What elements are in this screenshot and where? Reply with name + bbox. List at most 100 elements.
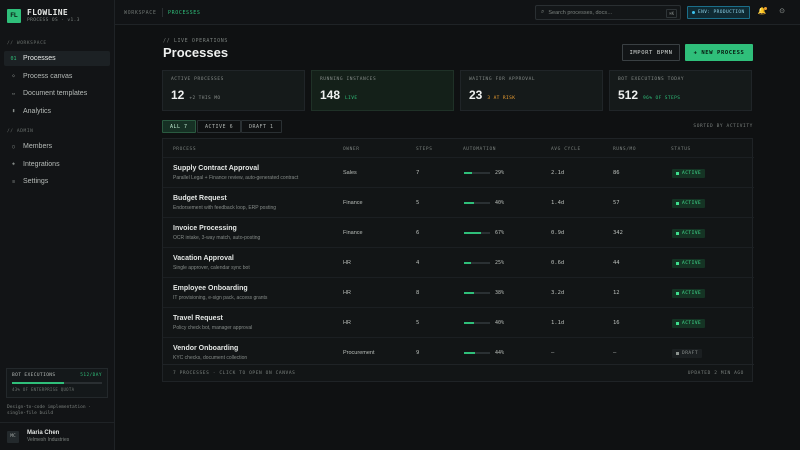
notification-dot	[764, 7, 767, 10]
column-header-process[interactable]: PROCESS	[173, 147, 196, 152]
kpi-card: RUNNING INSTANCES 148 LIVE	[311, 70, 454, 111]
status-dot	[676, 202, 679, 205]
automation-percent: 40%	[495, 320, 505, 326]
column-header-steps[interactable]: STEPS	[416, 147, 433, 152]
members-icon: ◯	[11, 143, 15, 150]
column-header-status[interactable]: STATUS	[671, 147, 691, 152]
process-description: IT provisioning, e-sign pack, access gra…	[173, 295, 268, 301]
status-label: ACTIVE	[682, 231, 702, 236]
help-icon[interactable]: ⊙	[777, 7, 787, 17]
sidebar-item-analytics[interactable]: ▮ Analytics	[4, 104, 110, 119]
kpi-value: 148	[320, 88, 341, 102]
kpi-note: +2 THIS MO	[189, 96, 221, 101]
sidebar-item-settings[interactable]: ≡ Settings	[4, 174, 110, 189]
topbar: WORKSPACE PROCESSES ⌕ Search processes, …	[115, 0, 800, 25]
automation-bar-fill	[464, 352, 476, 354]
env-status-dot	[692, 11, 695, 14]
kpi-card: ACTIVE PROCESSES 12 +2 THIS MO	[162, 70, 305, 111]
kpi-card: BOT EXECUTIONS TODAY 512 96% OF STEPS	[609, 70, 752, 111]
automation-bar-fill	[464, 292, 474, 294]
table-row[interactable]: Vendor Onboarding KYC checks, document co…	[163, 337, 754, 367]
breadcrumb-workspace[interactable]: WORKSPACE	[124, 10, 157, 16]
status-dot	[676, 232, 679, 235]
process-description: Endorsement with feedback loop, ERP post…	[173, 205, 277, 211]
column-header-avg-cycle[interactable]: AVG CYCLE	[551, 147, 581, 152]
kpi-label: BOT EXECUTIONS TODAY	[618, 77, 685, 82]
column-header-owner[interactable]: OWNER	[343, 147, 360, 152]
table-row[interactable]: Travel Request Policy check bot, manager …	[163, 307, 754, 337]
section-label-admin: // ADMIN	[7, 129, 34, 134]
runs-per-month: 342	[613, 230, 623, 236]
filter-tab-active[interactable]: ACTIVE 6	[197, 120, 242, 133]
runs-per-month: 86	[613, 170, 620, 176]
sidebar-item-label: Analytics	[23, 107, 52, 115]
kpi-label: WAITING FOR APPROVAL	[469, 77, 536, 82]
sidebar-item-process-canvas[interactable]: ◇ Process canvas	[4, 69, 110, 84]
filter-tab-draft[interactable]: DRAFT 1	[241, 120, 282, 133]
runs-per-month: 44	[613, 260, 620, 266]
sidebar-item-integrations[interactable]: ◈ Integrations	[4, 157, 110, 172]
kpi-note: LIVE	[345, 96, 358, 101]
sort-label[interactable]: SORTED BY ACTIVITY	[693, 124, 753, 129]
automation-percent: 67%	[495, 230, 505, 236]
table-row[interactable]: Supply Contract Approval Parallel Legal +…	[163, 157, 754, 187]
status-badge: DRAFT	[672, 349, 703, 358]
automation-bar	[464, 292, 490, 294]
kpi-value: 23	[469, 88, 483, 102]
quota-value: 512/DAY	[80, 373, 102, 378]
quota-label: BOT EXECUTIONS	[12, 373, 56, 378]
column-header-automation[interactable]: AUTOMATION	[463, 147, 496, 152]
column-header-runs-mo[interactable]: RUNS/MO	[613, 147, 636, 152]
process-description: Parallel Legal + Finance review, auto-ge…	[173, 175, 299, 181]
brand-version: PROCESS OS · v1.3	[27, 18, 80, 23]
search-input[interactable]: ⌕ Search processes, docs… ⌘K	[535, 5, 681, 20]
main-content: // LIVE OPERATIONS Processes IMPORT BPMN…	[115, 25, 800, 450]
status-label: ACTIVE	[682, 291, 702, 296]
quota-caption: 43% OF ENTERPRISE QUOTA	[12, 387, 75, 392]
quota-bar	[12, 382, 102, 384]
table-row[interactable]: Budget Request Endorsement with feedback …	[163, 187, 754, 217]
user-profile[interactable]: MC Maria Chen Velmesh Industries	[0, 422, 115, 450]
process-description: Single approver, calendar sync bot	[173, 265, 250, 271]
search-icon: ⌕	[541, 9, 545, 15]
process-steps: 9	[416, 350, 420, 356]
automation-percent: 40%	[495, 200, 505, 206]
process-name: Vacation Approval	[173, 255, 234, 262]
process-name: Budget Request	[173, 195, 227, 202]
automation-bar-fill	[464, 202, 475, 204]
process-steps: 6	[416, 230, 420, 236]
page-title: Processes	[163, 45, 229, 60]
sidebar-item-label: Processes	[23, 55, 56, 62]
process-owner: Finance	[343, 230, 363, 236]
kpi-value: 12	[171, 88, 185, 102]
avg-cycle: 2.1d	[551, 170, 565, 176]
table-row[interactable]: Vacation Approval Single approver, calend…	[163, 247, 754, 277]
bell-icon[interactable]: 🔔	[757, 7, 767, 17]
document-icon: ▭	[11, 90, 15, 97]
status-dot	[676, 292, 679, 295]
runs-per-month: 16	[613, 320, 620, 326]
process-steps: 5	[416, 200, 420, 206]
automation-percent: 29%	[495, 170, 505, 176]
filter-tab-all[interactable]: ALL 7	[162, 120, 196, 133]
process-steps: 7	[416, 170, 420, 176]
process-count: 7 PROCESSES · CLICK TO OPEN ON CANVAS	[173, 371, 296, 376]
bot-quota-card: BOT EXECUTIONS 512/DAY 43% OF ENTERPRISE…	[6, 368, 108, 398]
kpi-note: 3 AT RISK	[487, 96, 516, 101]
import-bpmn-button[interactable]: IMPORT BPMN	[622, 44, 680, 61]
sidebar-item-label: Process canvas	[23, 72, 73, 80]
breadcrumb-separator	[162, 8, 163, 17]
brand: FL FLOWLINE PROCESS OS · v1.3	[7, 8, 80, 23]
process-owner: HR	[343, 260, 351, 266]
table-row[interactable]: Employee Onboarding IT provisioning, e-si…	[163, 277, 754, 307]
new-process-button[interactable]: + NEW PROCESS	[685, 44, 753, 61]
sidebar-item-members[interactable]: ◯ Members	[4, 139, 110, 154]
sidebar-item-label: Integrations	[23, 160, 60, 168]
sidebar-item-processes[interactable]: 01 Processes	[4, 51, 110, 66]
breadcrumb-processes[interactable]: PROCESSES	[168, 10, 201, 16]
runs-per-month: —	[613, 350, 617, 356]
sidebar-item-document-templates[interactable]: ▭ Document templates	[4, 86, 110, 101]
process-name: Invoice Processing	[173, 225, 237, 232]
table-row[interactable]: Invoice Processing OCR intake, 3-way matc…	[163, 217, 754, 247]
environment-badge[interactable]: ENV: PRODUCTION	[687, 6, 750, 19]
